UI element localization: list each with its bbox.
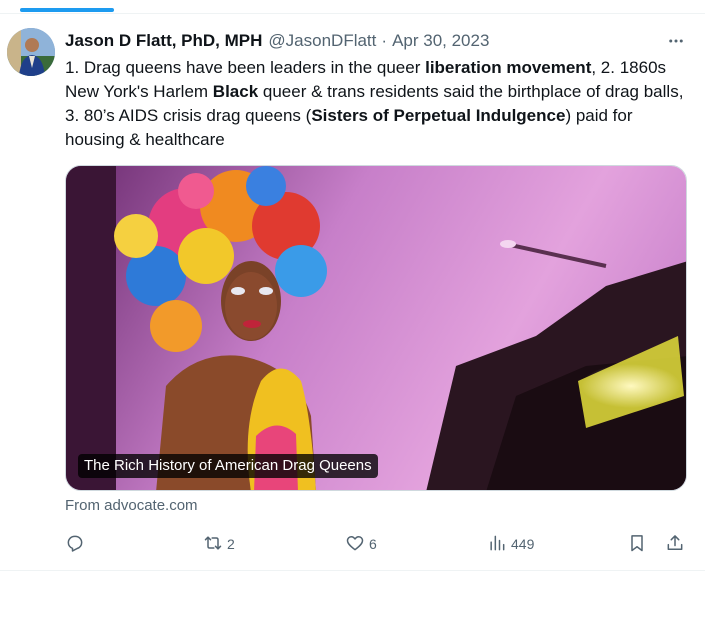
heart-icon: [345, 533, 365, 556]
action-bar: 2 6 449: [65, 532, 690, 556]
bookmark-icon: [627, 533, 647, 556]
active-tab-indicator: [20, 8, 114, 12]
views-icon: [487, 533, 507, 556]
tweet-text-segment: 1. Drag queens have been leaders in the …: [65, 58, 426, 77]
views-count: 449: [511, 536, 535, 552]
repost-button[interactable]: 2: [203, 532, 235, 556]
reply-icon: [65, 533, 85, 556]
divider: [0, 570, 705, 571]
tweet[interactable]: Jason D Flatt, PhD, MPH @JasonDFlatt · A…: [0, 14, 705, 570]
card-source[interactable]: From advocate.com: [65, 497, 198, 514]
reply-button[interactable]: [65, 532, 85, 556]
tweet-date[interactable]: Apr 30, 2023: [392, 31, 489, 51]
repost-count: 2: [227, 536, 235, 552]
user-handle[interactable]: @JasonDFlatt: [268, 31, 376, 51]
tweet-text-bold: Sisters of Perpetual Indulgence: [311, 106, 566, 125]
card-title: The Rich History of American Drag Queens: [78, 454, 378, 478]
display-name[interactable]: Jason D Flatt, PhD, MPH: [65, 31, 262, 51]
link-card[interactable]: The Rich History of American Drag Queens: [65, 165, 687, 491]
tweet-text: 1. Drag queens have been leaders in the …: [65, 56, 690, 152]
share-icon: [665, 533, 685, 556]
more-horizontal-icon[interactable]: [664, 30, 688, 52]
share-button[interactable]: [665, 532, 685, 556]
like-button[interactable]: 6: [345, 532, 377, 556]
like-count: 6: [369, 536, 377, 552]
tweet-text-bold: liberation movement: [425, 58, 592, 77]
views-button[interactable]: 449: [487, 532, 534, 556]
avatar[interactable]: [7, 28, 55, 76]
card-image: [66, 166, 686, 490]
bookmark-button[interactable]: [627, 532, 647, 556]
repost-icon: [203, 533, 223, 556]
separator: ·: [381, 31, 388, 50]
tweet-header: Jason D Flatt, PhD, MPH @JasonDFlatt · A…: [65, 30, 489, 52]
tweet-text-bold: Black: [212, 82, 259, 101]
